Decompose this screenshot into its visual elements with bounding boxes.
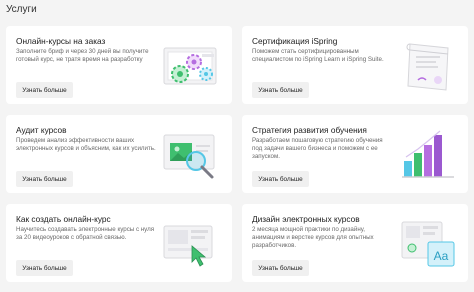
design-layout-icon: Aa bbox=[396, 216, 460, 272]
service-card-course-design[interactable]: Дизайн электронных курсов 2 месяца мощно… bbox=[242, 204, 468, 282]
learn-more-button[interactable]: Узнать больше bbox=[252, 171, 309, 187]
service-card-course-audit[interactable]: Аудит курсов Проведем анализ эффективнос… bbox=[6, 115, 232, 193]
learn-more-button[interactable]: Узнать больше bbox=[16, 260, 73, 276]
card-description: Заполните бриф и через 30 дней вы получи… bbox=[16, 48, 149, 63]
card-title: Онлайн-курсы на заказ bbox=[16, 36, 106, 46]
card-title: Аудит курсов bbox=[16, 125, 67, 135]
learn-more-button[interactable]: Узнать больше bbox=[252, 82, 309, 98]
service-card-learning-strategy[interactable]: Стратегия развития обучения Разработаем … bbox=[242, 115, 468, 193]
gears-screen-icon bbox=[160, 38, 224, 94]
bar-chart-icon bbox=[396, 127, 460, 183]
card-title: Стратегия развития обучения bbox=[252, 125, 367, 135]
page-title: Услуги bbox=[6, 4, 37, 15]
card-title: Сертификация iSpring bbox=[252, 36, 338, 46]
card-description: Разработаем пошаговую стратегию обучения… bbox=[252, 137, 383, 160]
video-lesson-icon bbox=[160, 216, 224, 272]
learn-more-button[interactable]: Узнать больше bbox=[16, 82, 73, 98]
card-title: Дизайн электронных курсов bbox=[252, 214, 360, 224]
learn-more-button[interactable]: Узнать больше bbox=[252, 260, 309, 276]
magnifier-screen-icon bbox=[160, 127, 224, 183]
card-description: Поможем стать сертифицированным специали… bbox=[252, 48, 384, 63]
certificate-scroll-icon bbox=[396, 38, 460, 94]
service-card-certification[interactable]: Сертификация iSpring Поможем стать серти… bbox=[242, 26, 468, 104]
service-card-create-online-course[interactable]: Как создать онлайн-курс Научитесь создав… bbox=[6, 204, 232, 282]
card-description: Научитесь создавать электронные курсы с … bbox=[16, 226, 155, 241]
card-description: Проведем анализ эффективности ваших элек… bbox=[16, 137, 156, 152]
svg-text:Aa: Aa bbox=[434, 249, 449, 263]
service-card-custom-courses[interactable]: Онлайн-курсы на заказ Заполните бриф и ч… bbox=[6, 26, 232, 104]
card-title: Как создать онлайн-курс bbox=[16, 214, 111, 224]
learn-more-button[interactable]: Узнать больше bbox=[16, 171, 73, 187]
card-description: 2 месяца мощной практики по дизайну, ани… bbox=[252, 226, 374, 249]
